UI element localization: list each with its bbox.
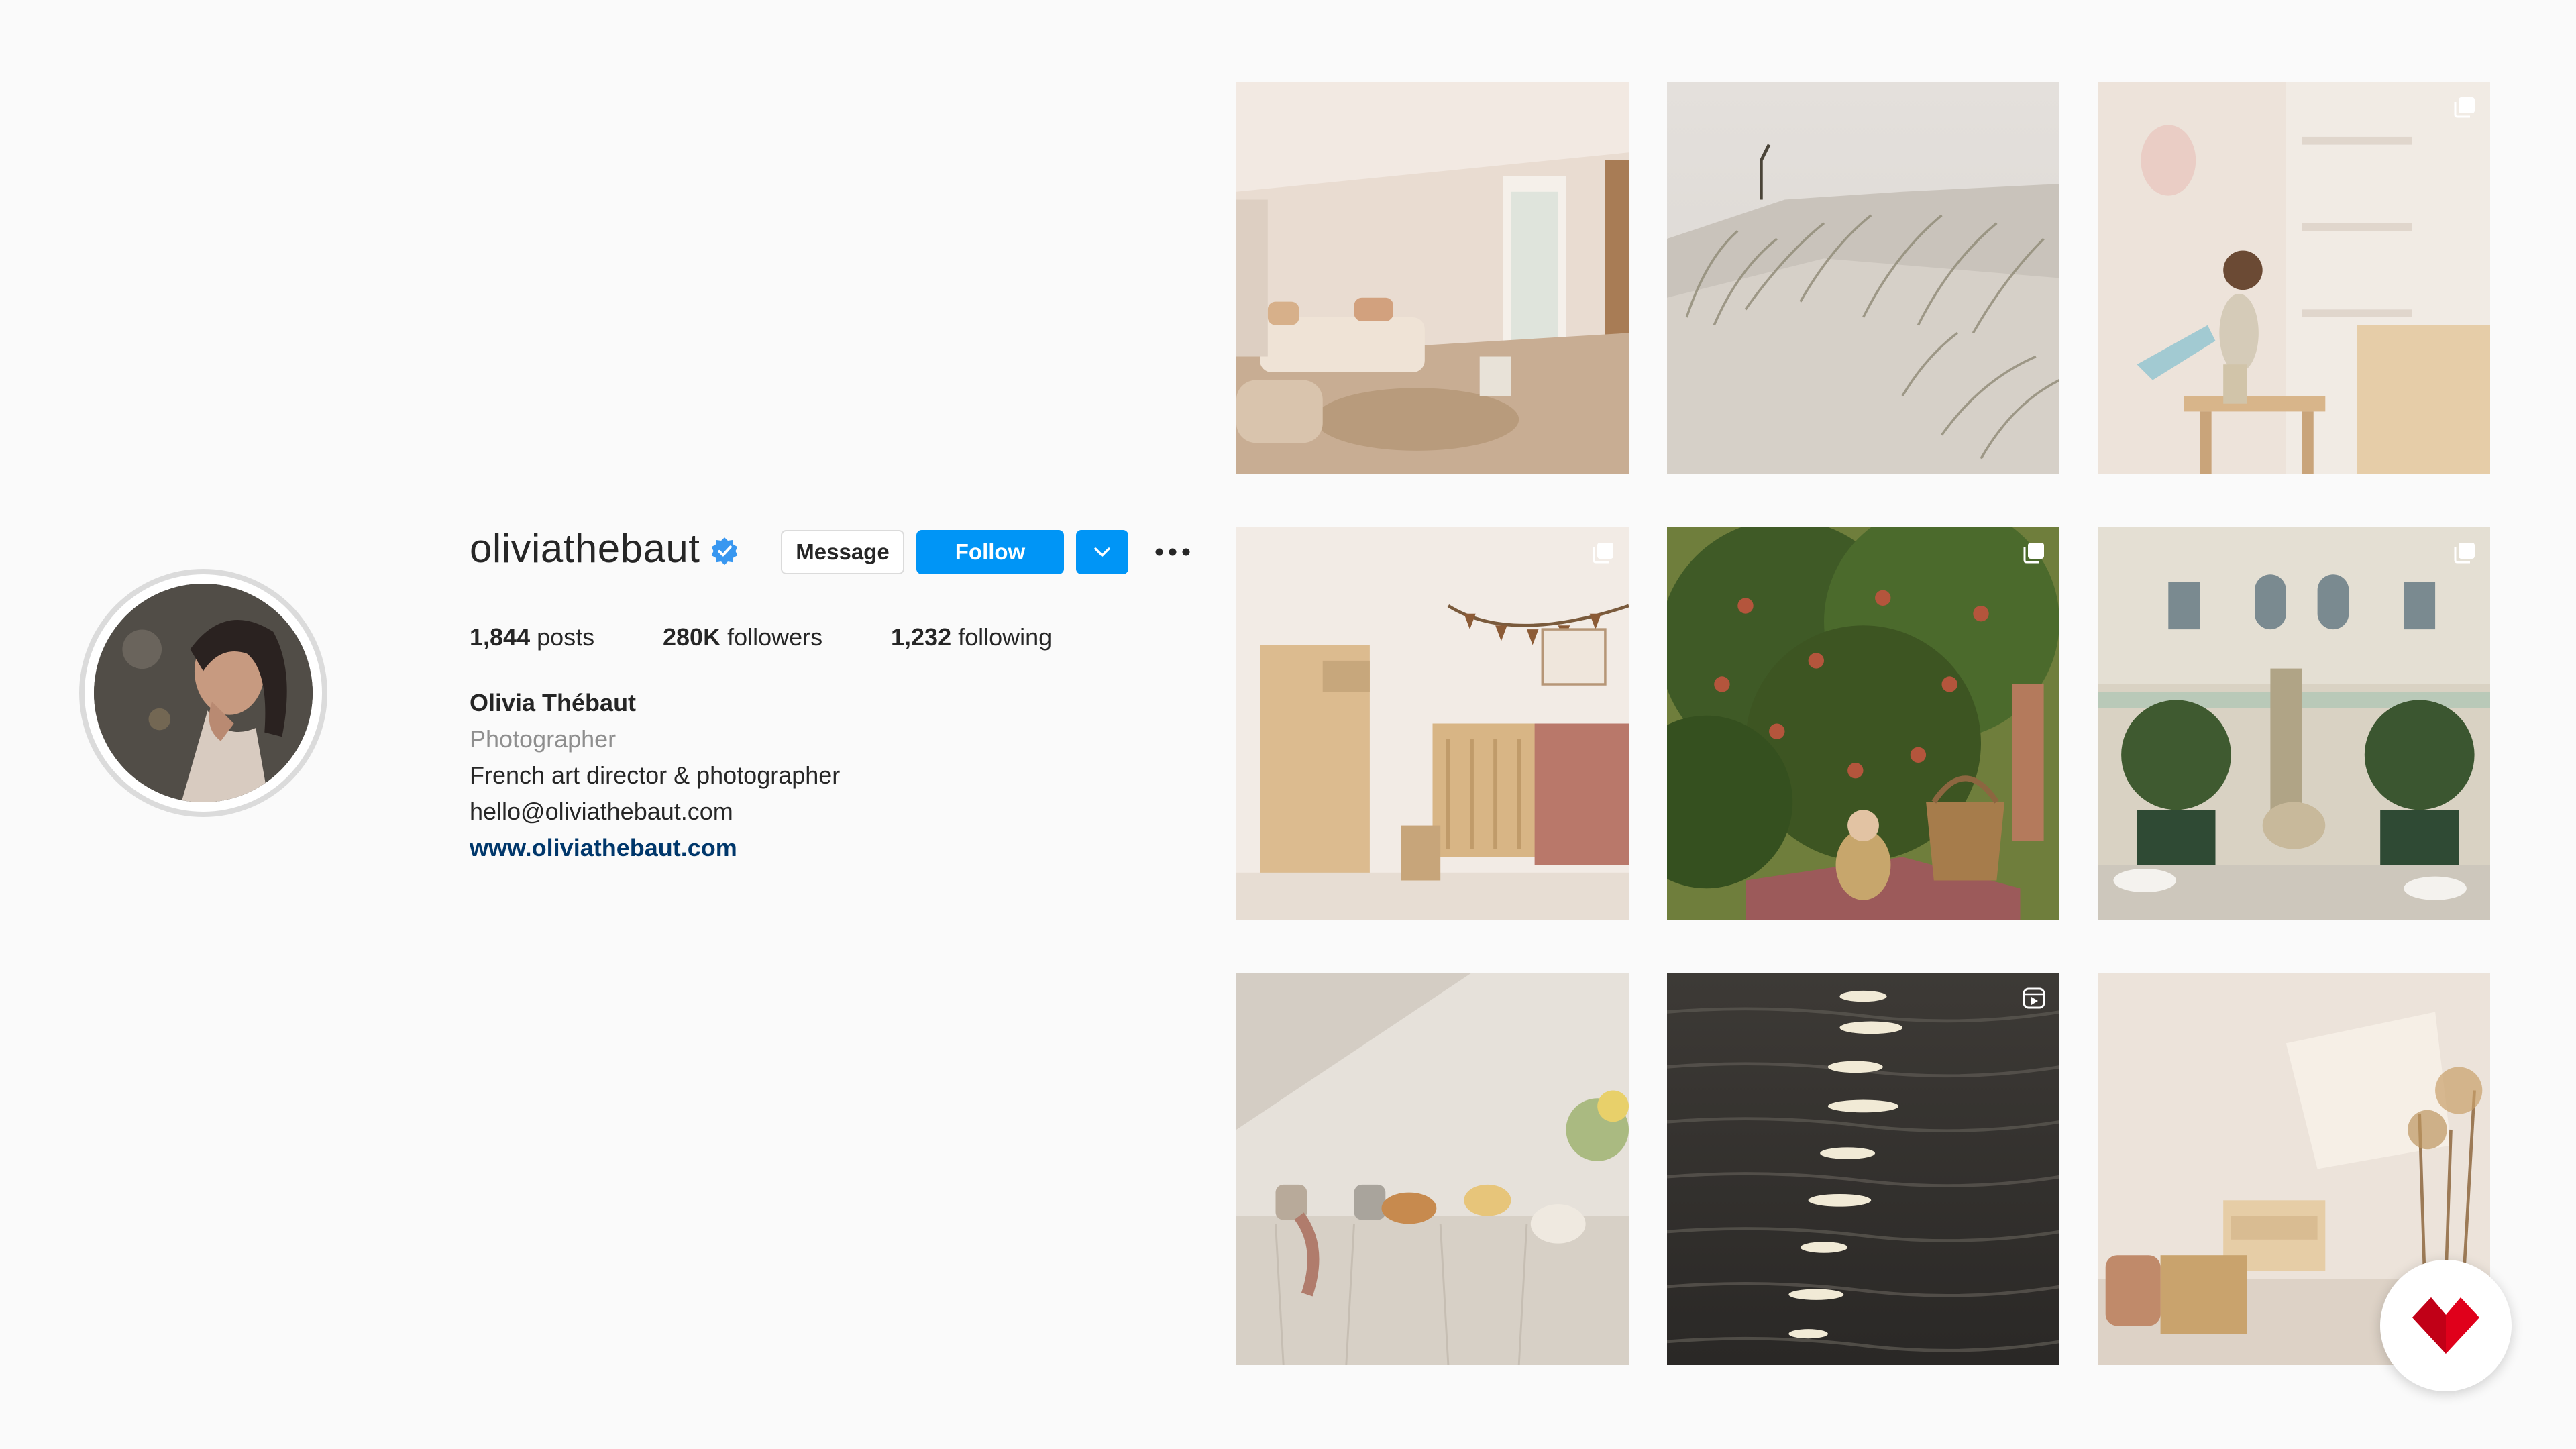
living-room-photo (1236, 82, 1629, 474)
site-logo-badge[interactable] (2380, 1260, 2512, 1391)
carousel-icon (1593, 543, 1613, 564)
profile-website-link[interactable]: www.oliviathebaut.com (470, 832, 737, 864)
posts-label: posts (537, 623, 595, 651)
breakfast-table-photo (1236, 973, 1629, 1365)
profile-email: hello@oliviathebaut.com (470, 798, 733, 825)
carousel-icon (2454, 97, 2475, 118)
courtyard-photo (2098, 527, 2490, 920)
post-thumbnail-1[interactable] (1236, 82, 1629, 474)
following-label: following (958, 623, 1053, 651)
username: oliviathebaut (470, 526, 700, 571)
post-thumbnail-3[interactable] (2098, 82, 2490, 474)
followers-count: 280K (663, 623, 721, 651)
apple-tree-photo (1667, 527, 2059, 920)
posts-count-stat: 1,844 posts (470, 621, 594, 653)
post-thumbnail-8[interactable] (1667, 973, 2059, 1365)
more-options-icon[interactable] (1151, 541, 1194, 564)
post-thumbnail-5[interactable] (1667, 527, 2059, 920)
dunes-photo (1667, 82, 2059, 474)
reel-icon (2023, 987, 2045, 1009)
child-painting-photo (2098, 82, 2490, 474)
avatar[interactable] (94, 584, 313, 802)
suggested-dropdown-button[interactable] (1076, 530, 1128, 574)
following-stat[interactable]: 1,232 following (891, 621, 1052, 653)
post-thumbnail-7[interactable] (1236, 973, 1629, 1365)
carousel-icon (2023, 543, 2044, 564)
follow-button[interactable]: Follow (916, 530, 1064, 574)
posts-count: 1,844 (470, 623, 531, 651)
brand-logo-icon (2412, 1297, 2479, 1354)
profile-category: Photographer (470, 725, 616, 753)
profile-full-name: Olivia Thébaut (470, 689, 637, 716)
chevron-down-icon (1094, 547, 1110, 557)
post-thumbnail-4[interactable] (1236, 527, 1629, 920)
following-count: 1,232 (891, 623, 952, 651)
post-thumbnail-2[interactable] (1667, 82, 2059, 474)
carousel-icon (2454, 543, 2475, 564)
message-button[interactable]: Message (781, 530, 904, 574)
avatar-ring[interactable] (79, 569, 327, 817)
verified-badge-icon (711, 537, 738, 566)
water-photo (1667, 973, 2059, 1365)
followers-stat[interactable]: 280K followers (663, 621, 822, 653)
nursery-photo (1236, 527, 1629, 920)
followers-label: followers (727, 623, 823, 651)
profile-description: French art director & photographer (470, 761, 841, 789)
profile-photo (94, 584, 313, 802)
post-thumbnail-6[interactable] (2098, 527, 2490, 920)
